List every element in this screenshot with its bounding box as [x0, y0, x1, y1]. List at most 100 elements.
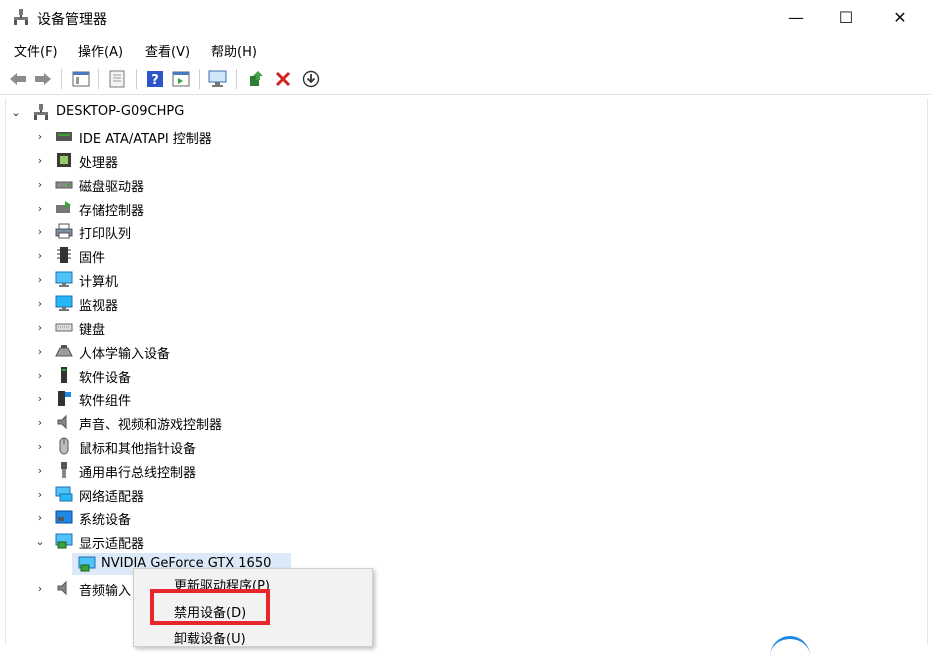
- display-adapter-icon: [55, 532, 73, 550]
- chevron-right-icon[interactable]: ›: [34, 464, 46, 477]
- software-device-icon: [55, 366, 73, 384]
- menu-bar: 文件(F) 操作(A) 查看(V) 帮助(H): [0, 38, 931, 62]
- tree-category-label: 打印队列: [79, 227, 132, 242]
- network-icon: [55, 485, 73, 503]
- chevron-right-icon[interactable]: ›: [34, 249, 46, 262]
- processor-icon: [55, 151, 73, 169]
- download-button[interactable]: [300, 68, 322, 90]
- uninstall-button[interactable]: [272, 68, 294, 90]
- window-button[interactable]: [106, 68, 128, 90]
- keyboard-icon: [55, 318, 73, 336]
- svg-text:?: ?: [151, 73, 159, 88]
- scan-hardware-button[interactable]: [207, 68, 229, 90]
- menu-action[interactable]: 操作(A): [78, 41, 123, 60]
- printer-icon: [55, 222, 73, 240]
- tree-category-label: 鼠标和其他指针设备: [79, 442, 197, 457]
- chevron-right-icon[interactable]: ›: [34, 440, 46, 453]
- tree-category-label: 固件: [79, 251, 106, 266]
- menu-help[interactable]: 帮助(H): [211, 41, 257, 60]
- properties-button[interactable]: [70, 68, 92, 90]
- monitor-icon: [55, 294, 73, 312]
- toolbar-separator: [199, 69, 200, 89]
- menu-file[interactable]: 文件(F): [14, 41, 58, 60]
- firmware-icon: [55, 246, 73, 264]
- window-icon: [109, 70, 125, 88]
- tree-category-expanded[interactable]: ⌄ 显示适配器: [0, 530, 400, 552]
- forward-icon: [35, 73, 51, 85]
- tree-category-label: 软件组件: [79, 394, 132, 409]
- chevron-right-icon[interactable]: ›: [34, 582, 46, 595]
- tree-category[interactable]: › 声音、视频和游戏控制器: [0, 411, 400, 433]
- forward-button[interactable]: [32, 68, 54, 90]
- display-adapter-device-icon: [78, 555, 96, 573]
- title-bar: 设备管理器 — ☐ ✕: [0, 0, 931, 36]
- download-icon: [302, 70, 320, 88]
- mouse-icon: [55, 437, 73, 455]
- ide-controller-icon: [55, 127, 73, 145]
- chevron-right-icon[interactable]: ›: [34, 511, 46, 524]
- tree-category-label: 通用串行总线控制器: [79, 466, 197, 481]
- menu-item-uninstall-device[interactable]: 卸载设备(U): [174, 628, 246, 647]
- chevron-right-icon[interactable]: ›: [34, 130, 46, 143]
- chevron-right-icon[interactable]: ›: [34, 392, 46, 405]
- update-driver-button[interactable]: [245, 68, 267, 90]
- window-title: 设备管理器: [37, 12, 107, 28]
- maximize-icon: ☐: [838, 7, 854, 27]
- help-icon: ?: [147, 71, 163, 88]
- tree-category[interactable]: › 处理器: [0, 149, 400, 171]
- chevron-right-icon[interactable]: ›: [34, 154, 46, 167]
- chevron-right-icon[interactable]: ›: [34, 273, 46, 286]
- tree-root-label: DESKTOP-G09CHPG: [56, 104, 185, 119]
- uninstall-icon: [275, 71, 291, 87]
- toolbar: ?: [0, 64, 931, 95]
- back-button[interactable]: [7, 68, 29, 90]
- tree-category[interactable]: › 计算机: [0, 268, 400, 290]
- device-manager-window: 设备管理器 — ☐ ✕ 文件(F) 操作(A) 查看(V) 帮助(H) ? ⌄ …: [0, 0, 931, 647]
- help-button[interactable]: ?: [144, 68, 166, 90]
- chevron-right-icon[interactable]: ›: [34, 178, 46, 191]
- chevron-down-icon[interactable]: ⌄: [34, 535, 46, 548]
- chevron-right-icon[interactable]: ›: [34, 416, 46, 429]
- tree-category[interactable]: › 存储控制器: [0, 197, 400, 219]
- tree-category[interactable]: › 打印队列: [0, 220, 400, 242]
- audio-input-icon: [55, 579, 73, 597]
- tree-root[interactable]: ⌄ DESKTOP-G09CHPG: [0, 101, 400, 123]
- chevron-right-icon[interactable]: ›: [34, 345, 46, 358]
- properties-icon: [72, 71, 90, 87]
- tree-category[interactable]: › 磁盘驱动器: [0, 173, 400, 196]
- disk-drive-icon: [55, 175, 73, 193]
- show-hidden-button[interactable]: [170, 68, 192, 90]
- tree-category-label: 软件设备: [79, 371, 132, 386]
- tree-category[interactable]: › 系统设备: [0, 506, 400, 528]
- usb-icon: [55, 461, 73, 479]
- tree-category[interactable]: › 软件设备: [0, 364, 400, 386]
- tree-category[interactable]: › 网络适配器: [0, 483, 400, 505]
- tree-category[interactable]: › 监视器: [0, 292, 400, 314]
- close-button[interactable]: ✕: [877, 0, 923, 34]
- toolbar-separator: [98, 69, 99, 89]
- computer-tree-icon: [32, 103, 50, 121]
- chevron-right-icon[interactable]: ›: [34, 369, 46, 382]
- tree-category[interactable]: › 软件组件: [0, 387, 400, 409]
- tree-category[interactable]: › 通用串行总线控制器: [0, 459, 400, 481]
- tree-category[interactable]: › 键盘: [0, 316, 400, 339]
- minimize-button[interactable]: —: [773, 0, 819, 34]
- tree-category[interactable]: › IDE ATA/ATAPI 控制器: [0, 125, 400, 148]
- tree-category-label: 存储控制器: [79, 204, 145, 219]
- tree-category[interactable]: › 固件: [0, 244, 400, 266]
- menu-view[interactable]: 查看(V): [145, 41, 190, 60]
- chevron-right-icon[interactable]: ›: [34, 488, 46, 501]
- update-driver-icon: [250, 71, 263, 86]
- tree-category-label: 音频输入: [79, 584, 132, 599]
- show-hidden-icon: [172, 71, 190, 87]
- chevron-down-icon[interactable]: ⌄: [10, 106, 22, 119]
- chevron-right-icon[interactable]: ›: [34, 202, 46, 215]
- chevron-right-icon[interactable]: ›: [34, 225, 46, 238]
- tree-category[interactable]: › 鼠标和其他指针设备: [0, 435, 400, 457]
- tree-category-label: 计算机: [79, 275, 119, 290]
- chevron-right-icon[interactable]: ›: [34, 297, 46, 310]
- chevron-right-icon[interactable]: ›: [34, 321, 46, 334]
- tree-category[interactable]: › 人体学输入设备: [0, 340, 400, 363]
- maximize-button[interactable]: ☐: [823, 0, 869, 34]
- tree-category-label: 监视器: [79, 299, 119, 314]
